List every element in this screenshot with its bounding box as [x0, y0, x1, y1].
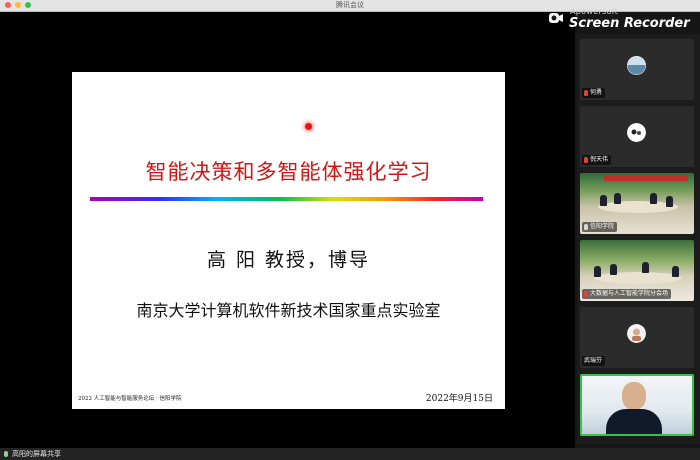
- avatar: [627, 123, 646, 142]
- attendee: [672, 266, 679, 277]
- presentation-slide: 智能决策和多智能体强化学习 高 阳 教授，博导 南京大学计算机软件新技术国家重点…: [72, 72, 505, 409]
- participant-label: 武瑞芬: [582, 356, 606, 366]
- screen-share-label: 高阳的屏幕共享: [12, 450, 61, 458]
- screen-share-area: 智能决策和多智能体强化学习 高 阳 教授，博导 南京大学计算机软件新技术国家重点…: [0, 12, 575, 448]
- participant-tile[interactable]: 倪天伟: [580, 106, 694, 167]
- speaker-body: [606, 409, 662, 434]
- camera-icon: [549, 13, 563, 23]
- attendee: [594, 266, 601, 277]
- slide-footer: 2022 人工智能与智能服务论坛 · 信阳学院: [78, 396, 182, 402]
- participant-label: 倪天伟: [582, 155, 612, 165]
- bottom-status-bar: 高阳的屏幕共享: [0, 448, 700, 460]
- participants-panel[interactable]: 何勇 倪天伟 信阳学院 大数据与人工智能学院分会场 武瑞芬: [577, 34, 700, 444]
- attendee: [650, 193, 657, 204]
- mic-icon: [584, 224, 588, 230]
- mic-icon: [4, 451, 8, 457]
- recorder-brand: Apowersoft: [570, 7, 619, 16]
- meeting-room-banner: [604, 176, 688, 181]
- recorder-name: Screen Recorder: [569, 16, 690, 31]
- speaker-face: [622, 382, 646, 410]
- mic-muted-icon: [584, 157, 588, 163]
- video-feed: [582, 376, 692, 434]
- slide-date: 2022年9月15日: [425, 394, 493, 404]
- participant-tile[interactable]: 信阳学院: [580, 173, 694, 234]
- avatar: [627, 56, 646, 75]
- slide-speaker: 高 阳 教授，博导: [206, 249, 371, 271]
- participant-name: 何勇: [590, 89, 603, 96]
- participant-tile[interactable]: 武瑞芬: [580, 307, 694, 368]
- slide-lab: 南京大学计算机软件新技术国家重点实验室: [136, 301, 441, 320]
- attendee: [666, 196, 673, 207]
- participant-label: 何勇: [582, 88, 606, 98]
- attendee: [610, 264, 617, 275]
- recorder-watermark: Apowersoft Screen Recorder: [546, 6, 700, 32]
- participant-tile[interactable]: 何勇: [580, 39, 694, 100]
- attendee: [600, 195, 607, 206]
- mic-muted-icon: [584, 291, 588, 297]
- slide-title: 智能决策和多智能体强化学习: [145, 160, 432, 184]
- participant-label: 大数据与人工智能学院分会场: [582, 289, 672, 299]
- laser-pointer: [305, 123, 312, 130]
- conference-table: [594, 272, 682, 284]
- mic-muted-icon: [584, 90, 588, 96]
- participant-tile-active-speaker[interactable]: [580, 374, 694, 436]
- participant-name: 信阳学院: [590, 223, 615, 230]
- participant-name: 倪天伟: [590, 156, 609, 163]
- avatar: [627, 324, 646, 343]
- participant-name: 大数据与人工智能学院分会场: [590, 290, 669, 297]
- attendee: [642, 262, 649, 273]
- participant-label: 信阳学院: [582, 222, 618, 232]
- rainbow-divider: [90, 197, 483, 201]
- participant-tile[interactable]: 大数据与人工智能学院分会场: [580, 240, 694, 301]
- attendee: [614, 193, 621, 204]
- participant-name: 武瑞芬: [584, 357, 603, 364]
